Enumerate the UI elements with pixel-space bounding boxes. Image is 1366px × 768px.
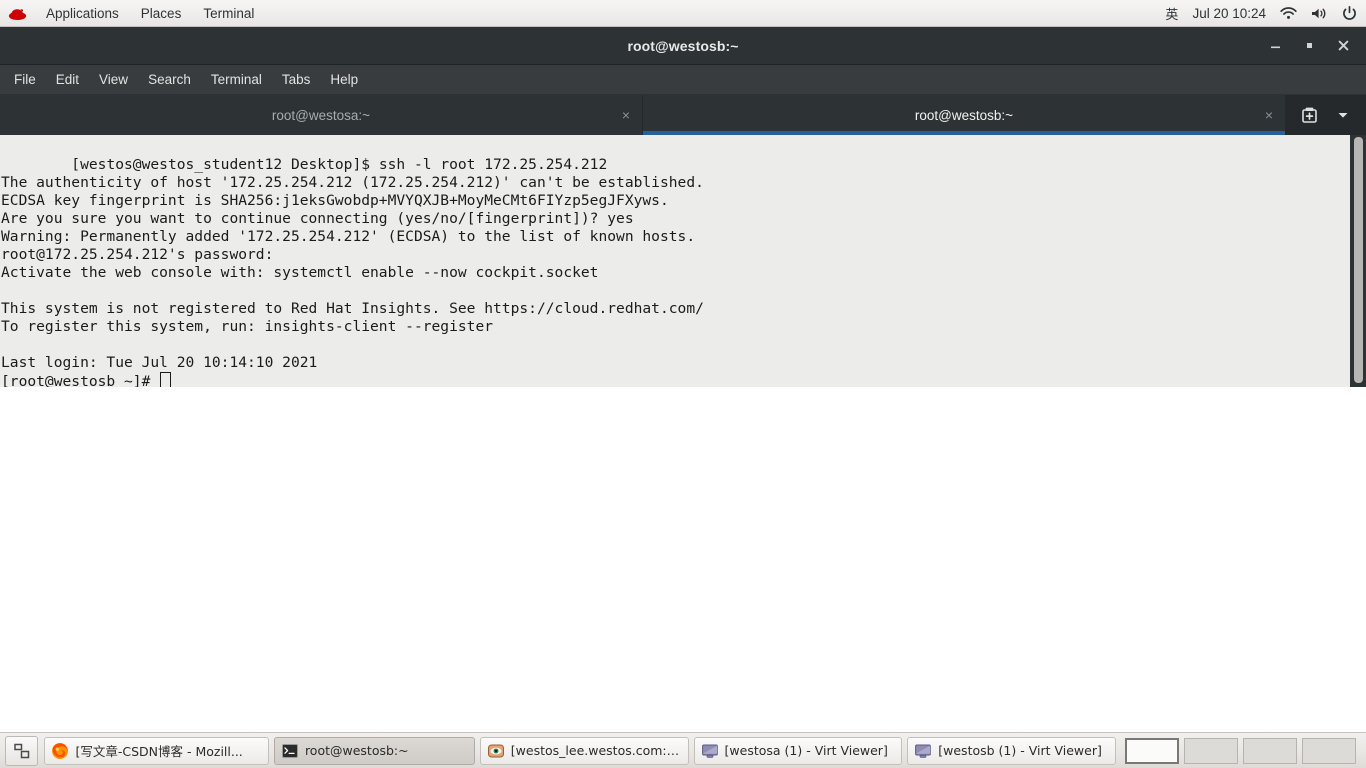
terminal-text: [westos@westos_student12 Desktop]$ ssh -…	[0, 135, 704, 389]
menu-file[interactable]: File	[4, 65, 46, 94]
terminal-line: root@172.25.254.212's password:	[1, 246, 274, 263]
display-icon	[701, 742, 719, 760]
terminal-line: [westos@westos_student12 Desktop]$ ssh -…	[71, 156, 608, 173]
menubar: File Edit View Search Terminal Tabs Help	[0, 65, 1366, 95]
menu-tabs[interactable]: Tabs	[272, 65, 321, 94]
top-panel-right: 英 Jul 20 10:24	[1151, 0, 1366, 27]
chevron-down-icon[interactable]	[1326, 95, 1360, 135]
desktop-screen: Applications Places Terminal 英 Jul 20 10…	[0, 0, 1366, 768]
close-button[interactable]	[1326, 31, 1360, 61]
input-method-indicator[interactable]: 英	[1165, 4, 1178, 23]
terminal-output-area[interactable]: [westos@westos_student12 Desktop]$ ssh -…	[0, 135, 1366, 390]
workspace-1[interactable]	[1125, 737, 1179, 764]
menu-search[interactable]: Search	[138, 65, 201, 94]
wifi-icon[interactable]	[1280, 7, 1297, 20]
terminal-line: To register this system, run: insights-c…	[1, 318, 494, 335]
menu-view[interactable]: View	[89, 65, 138, 94]
menu-edit[interactable]: Edit	[46, 65, 89, 94]
tab-label: root@westosa:~	[271, 107, 371, 123]
taskbar: [写文章-CSDN博客 - Mozill... root@westosb:~ […	[0, 732, 1366, 768]
display-icon	[914, 742, 932, 760]
scrollbar-thumb[interactable]	[1353, 137, 1363, 383]
window-controls	[1258, 27, 1360, 64]
minimize-button[interactable]	[1258, 31, 1292, 61]
tab-bar: root@westosa:~ × root@westosb:~ ×	[0, 95, 1366, 135]
task-terminal-westosb[interactable]: root@westosb:~	[273, 736, 475, 765]
desktop-background	[0, 387, 1366, 732]
volume-icon[interactable]	[1311, 7, 1328, 20]
task-label: [westos_lee.westos.com:8 …	[510, 743, 680, 758]
terminal-line: Last login: Tue Jul 20 10:14:10 2021	[1, 354, 318, 371]
workspace-switcher	[1125, 737, 1361, 765]
workspace-2[interactable]	[1184, 737, 1238, 764]
panel-menu-applications[interactable]: Applications	[35, 0, 130, 27]
tab-close-icon[interactable]: ×	[622, 108, 630, 122]
workspace-4[interactable]	[1302, 737, 1356, 764]
panel-menu-places[interactable]: Places	[130, 0, 193, 27]
terminal-line: Warning: Permanently added '172.25.254.2…	[1, 228, 696, 245]
terminal-window: root@westosb:~ File Edit View Search Ter…	[0, 27, 1366, 390]
task-firefox[interactable]: [写文章-CSDN博客 - Mozill...	[44, 736, 269, 765]
tab-westosa[interactable]: root@westosa:~ ×	[0, 95, 643, 135]
task-label: [写文章-CSDN博客 - Mozill...	[75, 744, 243, 759]
terminal-line: Are you sure you want to continue connec…	[1, 210, 634, 227]
clock[interactable]: Jul 20 10:24	[1192, 6, 1266, 21]
top-panel: Applications Places Terminal 英 Jul 20 10…	[0, 0, 1366, 27]
terminal-line: Activate the web console with: systemctl…	[1, 264, 599, 281]
workspace-3[interactable]	[1243, 737, 1297, 764]
tab-label: root@westosb:~	[914, 107, 1014, 123]
terminal-icon	[281, 742, 299, 760]
tab-bar-actions	[1286, 95, 1366, 135]
tab-westosb[interactable]: root@westosb:~ ×	[643, 95, 1286, 135]
maximize-button[interactable]	[1292, 31, 1326, 61]
task-label: [westosb (1) - Virt Viewer]	[938, 743, 1102, 758]
task-virt-viewer-westosb[interactable]: [westosb (1) - Virt Viewer]	[907, 736, 1116, 765]
task-label: [westosa (1) - Virt Viewer]	[724, 743, 888, 758]
window-title: root@westosb:~	[627, 37, 739, 54]
firefox-icon	[51, 742, 69, 760]
show-desktop-icon[interactable]	[5, 735, 39, 766]
terminal-line: The authenticity of host '172.25.254.212…	[1, 174, 704, 191]
terminal-line: ECDSA key fingerprint is SHA256:j1eksGwo…	[1, 192, 669, 209]
tab-close-icon[interactable]: ×	[1265, 108, 1273, 122]
new-tab-icon[interactable]	[1292, 95, 1326, 135]
vnc-icon	[487, 742, 505, 760]
menu-terminal[interactable]: Terminal	[201, 65, 272, 94]
terminal-scrollbar[interactable]	[1350, 135, 1366, 389]
power-icon[interactable]	[1342, 6, 1357, 21]
task-virt-viewer-westosa[interactable]: [westosa (1) - Virt Viewer]	[693, 736, 903, 765]
task-vnc-westos-lee[interactable]: [westos_lee.westos.com:8 …	[479, 736, 689, 765]
top-panel-left: Applications Places Terminal	[0, 0, 265, 26]
terminal-line: This system is not registered to Red Hat…	[1, 300, 704, 317]
redhat-logo-icon	[8, 6, 27, 21]
menu-help[interactable]: Help	[320, 65, 368, 94]
task-label: root@westosb:~	[304, 743, 409, 758]
panel-menu-terminal[interactable]: Terminal	[192, 0, 265, 27]
window-titlebar[interactable]: root@westosb:~	[0, 27, 1366, 65]
